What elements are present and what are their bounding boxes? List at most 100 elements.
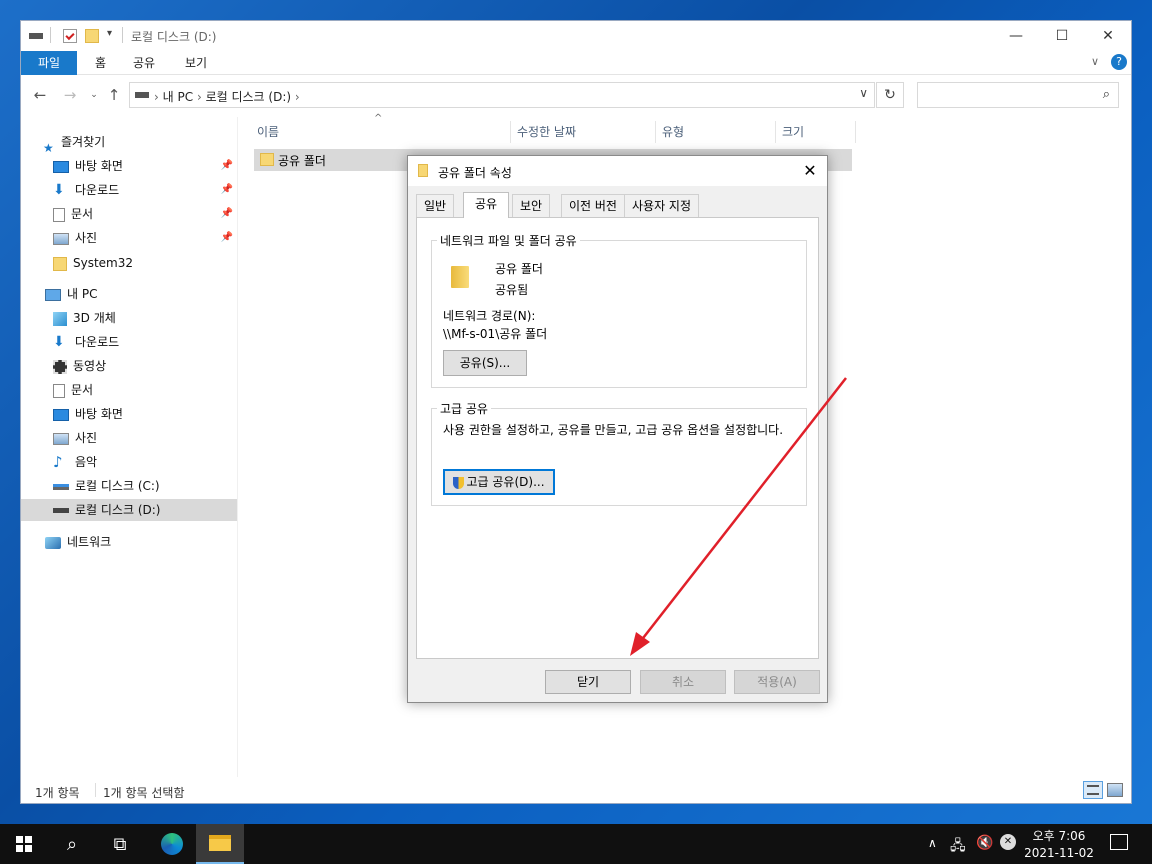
folder-icon [418,164,428,177]
network-tray-icon[interactable]: 🖧 [950,835,966,864]
column-header-type[interactable]: 유형 [656,121,776,143]
maximize-button[interactable]: ☐ [1039,21,1085,51]
taskbar: ⌕ ⧉ ∧ 🖧 🔇 ✕ 오후 7:06 2021-11-02 [0,824,1152,864]
navigation-bar: ← → ⌄ ↑ › 내 PC › 로컬 디스크 (D:) › ∨ ↻ ⌕ [21,77,1131,113]
refresh-icon[interactable]: ↻ [876,82,904,108]
tab-home[interactable]: 홈 [83,51,118,75]
pin-icon: 📌 [220,160,233,171]
tab-security[interactable]: 보안 [512,194,551,217]
breadcrumb-drive-d[interactable]: 로컬 디스크 (D:) [206,90,291,104]
annotation-arrow [630,377,847,656]
sidebar-item-desktop-pinned[interactable]: 바탕 화면 📌 [21,155,237,177]
edge-icon[interactable] [148,824,196,864]
pc-icon [45,288,61,301]
shared-folder-name: 공유 폴더 [495,262,543,276]
sidebar-item-this-pc[interactable]: 내 PC [21,283,237,305]
network-path-value: \\Mf-s-01\공유 폴더 [443,327,548,341]
breadcrumb-this-pc[interactable]: 내 PC [163,90,193,104]
address-bar[interactable]: › 내 PC › 로컬 디스크 (D:) › ∨ [129,82,875,108]
network-icon [45,536,61,549]
file-explorer-icon[interactable] [196,824,244,864]
tab-file[interactable]: 파일 [21,51,78,75]
tab-sharing[interactable]: 공유 [463,192,510,218]
address-dropdown-icon[interactable]: ∨ [859,86,868,100]
forward-icon[interactable]: → [61,86,79,104]
large-icons-view-icon[interactable] [1107,783,1123,797]
pin-icon: 📌 [220,184,233,195]
tab-view[interactable]: 보기 [173,51,219,75]
notification-x-icon[interactable]: ✕ [1000,834,1016,850]
window-title: 로컬 디스크 (D:) [131,30,217,44]
search-input[interactable]: ⌕ [917,82,1119,108]
cancel-button[interactable]: 취소 [640,670,726,694]
cube-icon [53,311,67,326]
dialog-title: 공유 폴더 속성 [438,166,512,180]
sidebar-item-downloads[interactable]: ⬇ 다운로드 [21,331,237,353]
task-view-icon[interactable]: ⧉ [96,824,144,864]
customize-toolbar-icon[interactable]: ▾ [107,28,112,39]
sidebar-item-pictures[interactable]: 사진 [21,427,237,449]
drive-c-icon [53,483,69,490]
clock[interactable]: 오후 7:06 2021-11-02 [1024,827,1094,864]
advanced-share-button[interactable]: 고급 공유(D)... [443,469,555,495]
minimize-button[interactable]: — [993,21,1039,51]
details-view-icon[interactable] [1083,781,1103,799]
show-hidden-icons-icon[interactable]: ∧ [928,836,937,864]
sidebar-item-documents-pinned[interactable]: 문서 📌 [21,203,237,225]
close-dialog-button[interactable]: 닫기 [545,670,631,694]
tab-previous-versions[interactable]: 이전 버전 [561,194,625,217]
recent-locations-icon[interactable]: ⌄ [85,86,103,104]
title-bar: ▾ 로컬 디스크 (D:) — ☐ ✕ [21,21,1131,51]
expand-ribbon-icon[interactable]: ∨ [1091,55,1099,68]
sidebar-item-downloads-pinned[interactable]: ⬇ 다운로드 📌 [21,179,237,201]
tab-customize[interactable]: 사용자 지정 [624,194,700,217]
volume-muted-icon[interactable]: 🔇 [976,835,993,864]
share-button[interactable]: 공유(S)... [443,350,527,376]
drive-icon [135,92,149,98]
new-folder-icon[interactable] [85,29,99,43]
file-name: 공유 폴더 [278,154,326,168]
sidebar-item-drive-c[interactable]: 로컬 디스크 (C:) [21,475,237,497]
help-icon[interactable]: ? [1111,54,1127,70]
sidebar-item-music[interactable]: ♪ 음악 [21,451,237,473]
status-bar: 1개 항목 1개 항목 선택함 [21,779,1131,803]
column-header-name[interactable]: 이름 [251,121,511,143]
ribbon-tabs: 파일 홈 공유 보기 ∨ ? [21,51,1131,75]
sidebar-item-desktop[interactable]: 바탕 화면 [21,403,237,425]
desktop-icon [53,160,69,173]
sidebar-item-videos[interactable]: 동영상 [21,355,237,377]
sidebar-item-drive-d[interactable]: 로컬 디스크 (D:) [21,499,237,521]
tab-general[interactable]: 일반 [416,194,455,217]
breadcrumb-chevron-icon: › [154,90,163,104]
apply-button[interactable]: 적용(A) [734,670,820,694]
dialog-close-icon[interactable]: ✕ [799,160,821,182]
star-icon: ★ [43,140,54,155]
sidebar-item-documents[interactable]: 문서 [21,379,237,401]
document-icon [53,383,65,398]
sidebar-item-pictures-pinned[interactable]: 사진 📌 [21,227,237,249]
pane-divider [237,117,238,777]
action-center-icon[interactable] [1110,834,1128,850]
sidebar-item-network[interactable]: 네트워크 [21,531,237,553]
download-icon: ⬇ [53,181,65,198]
item-count: 1개 항목 [35,786,80,800]
sidebar-item-3d-objects[interactable]: 3D 개체 [21,307,237,329]
search-icon[interactable]: ⌕ [48,824,96,864]
tab-share[interactable]: 공유 [121,51,167,75]
close-button[interactable]: ✕ [1085,21,1131,51]
start-windows-icon[interactable] [0,824,48,864]
sidebar-item-system32[interactable]: System32 [21,252,237,274]
sidebar-item-quick-access[interactable]: ★ 즐겨찾기 [21,131,237,155]
column-header-size[interactable]: 크기 [776,121,856,143]
column-header-modified[interactable]: 수정한 날짜 [511,121,656,143]
dialog-title-bar: 공유 폴더 속성 ✕ [408,156,827,186]
picture-icon [53,232,69,245]
up-icon[interactable]: ↑ [105,86,123,104]
search-icon: ⌕ [1102,87,1110,102]
advanced-share-group-title: 고급 공유 [437,400,491,417]
video-icon [53,359,67,374]
folder-icon [451,266,469,288]
back-icon[interactable]: ← [31,86,49,104]
properties-icon[interactable] [63,29,77,43]
desktop-icon [53,408,69,421]
